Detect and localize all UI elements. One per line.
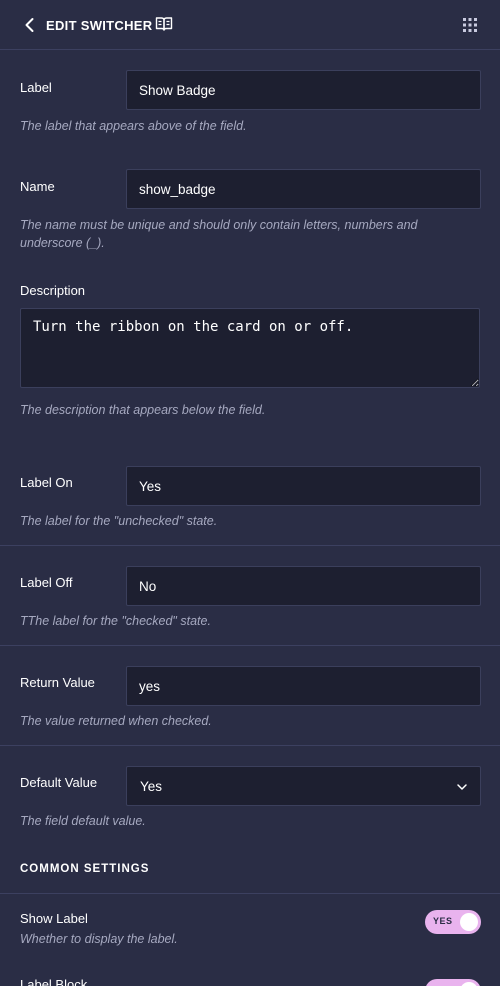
divider [0,745,500,746]
divider [0,893,500,894]
description-textarea[interactable]: Turn the ribbon on the card on or off. [20,308,480,388]
label-input[interactable] [126,70,481,110]
name-field-label: Name [20,179,55,194]
label-on-field-label: Label On [20,475,73,490]
apps-grid-icon[interactable] [463,18,477,32]
return-value-help-text: The value returned when checked. [20,714,212,728]
name-input[interactable] [126,169,481,209]
label-block-toggle[interactable] [425,979,481,986]
label-on-help-text: The label for the "unchecked" state. [20,514,218,528]
label-off-input[interactable] [126,566,481,606]
label-off-help-text: TThe label for the "checked" state. [20,614,211,628]
default-value-field-label: Default Value [20,775,98,790]
name-help-text: The name must be unique and should only … [20,218,418,250]
default-value-select[interactable]: Yes [126,766,481,806]
label-help-text: The label that appears above of the fiel… [20,119,247,133]
panel-header: EDIT SWITCHER [0,0,500,50]
divider [0,545,500,546]
chevron-down-icon [457,784,467,790]
show-label-toggle[interactable]: YES [425,910,481,934]
label-on-input[interactable] [126,466,481,506]
page-title: EDIT SWITCHER [46,18,153,33]
default-value-help-text: The field default value. [20,814,146,828]
toggle-knob [460,982,478,986]
default-value-selected: Yes [140,779,163,794]
description-field-label: Description [20,283,86,298]
label-field-label: Label [20,80,52,95]
book-icon[interactable] [155,16,173,32]
show-label-field-label: Show Label [20,911,88,926]
show-label-help-text: Whether to display the label. [20,932,178,946]
divider [0,645,500,646]
toggle-on-text: YES [433,916,453,926]
toggle-knob [460,913,478,931]
return-value-input[interactable] [126,666,481,706]
description-help-text: The description that appears below the f… [20,403,266,417]
common-settings-heading: COMMON SETTINGS [20,863,150,875]
return-value-field-label: Return Value [20,675,95,690]
label-block-field-label: Label Block [20,977,88,986]
label-off-field-label: Label Off [20,575,73,590]
back-chevron-icon[interactable] [22,17,38,33]
